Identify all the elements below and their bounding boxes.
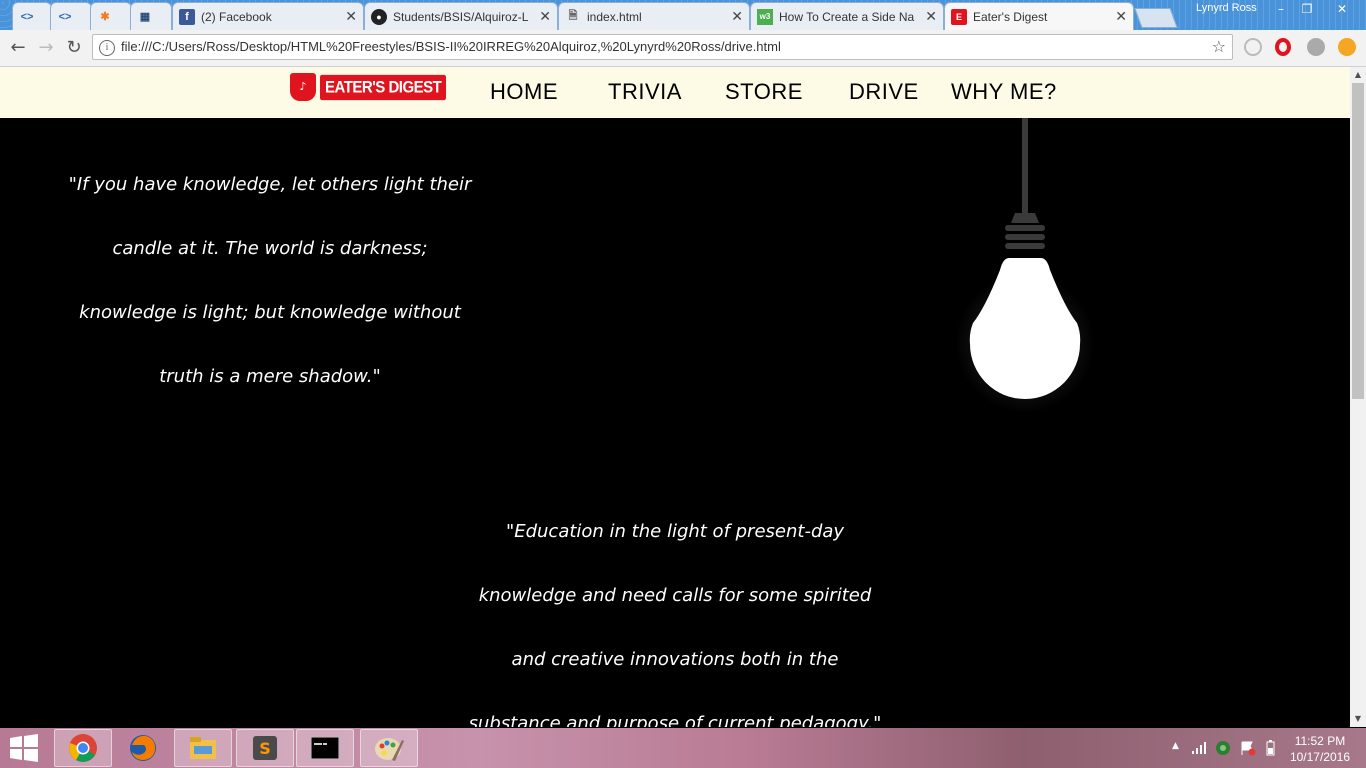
- tab-w3schools[interactable]: w3 How To Create a Side Na ✕: [750, 2, 944, 30]
- nav-store[interactable]: STORE: [725, 79, 803, 105]
- light-bulb-icon: [955, 118, 1095, 413]
- quote-knowledge: "If you have knowledge, let others light…: [60, 153, 480, 409]
- tab-title: (2) Facebook: [201, 9, 272, 24]
- flag-error-icon[interactable]: [1240, 740, 1256, 756]
- windows-taskbar: S ▲ 11:52 PM 10/17/2016: [0, 728, 1366, 768]
- clock-date: 10/17/2016: [1289, 750, 1350, 764]
- tab-code-1[interactable]: <>: [12, 2, 52, 30]
- forward-arrow-icon[interactable]: →: [34, 36, 58, 60]
- network-globe-icon[interactable]: [1214, 739, 1232, 757]
- update-icon[interactable]: [1338, 38, 1356, 56]
- show-hidden-icons-icon[interactable]: ▲: [1172, 741, 1179, 751]
- close-icon[interactable]: ✕: [731, 8, 743, 25]
- tab-title: How To Create a Side Na: [779, 9, 915, 24]
- file-icon: 🗎: [568, 10, 578, 22]
- system-tray: ▲ 11:52 PM 10/17/2016: [1166, 728, 1366, 768]
- extension-icon[interactable]: [1307, 38, 1325, 56]
- quote-line: knowledge and need calls for some spirit…: [478, 585, 872, 606]
- close-icon[interactable]: ✕: [1115, 8, 1127, 25]
- taskbar-command-prompt[interactable]: [296, 729, 354, 767]
- nav-trivia[interactable]: TRIVIA: [608, 79, 682, 105]
- command-prompt-icon: [311, 737, 339, 759]
- taskbar-sublime-text[interactable]: S: [236, 729, 294, 767]
- tab-code-2[interactable]: <>: [50, 2, 92, 30]
- battery-icon[interactable]: [1262, 740, 1278, 756]
- tab-title: Eater's Digest: [973, 9, 1048, 24]
- code-icon: <>: [58, 10, 72, 23]
- avast-icon: ✱: [100, 11, 110, 23]
- hero-section: "If you have knowledge, let others light…: [0, 118, 1350, 727]
- browser-tab-strip: <> <> ✱ ▦ f (2) Facebook ✕ ● Students/BS…: [0, 0, 1366, 30]
- browser-toolbar: ← → ↻ i file:///C:/Users/Ross/Desktop/HT…: [0, 30, 1366, 67]
- paint-icon: [375, 738, 404, 761]
- quote-line: candle at it. The world is darkness;: [112, 238, 428, 259]
- firefox-icon: [130, 735, 156, 761]
- info-icon[interactable]: i: [99, 40, 115, 56]
- grid-icon: ▦: [139, 11, 151, 23]
- back-arrow-icon[interactable]: ←: [6, 36, 30, 60]
- nav-why-me[interactable]: WHY ME?: [951, 79, 1057, 105]
- w3schools-icon: w3: [757, 8, 773, 25]
- network-signal-icon[interactable]: [1192, 742, 1208, 754]
- profile-name[interactable]: Lynyrd Ross: [1196, 2, 1257, 14]
- tab-index-html[interactable]: 🗎 index.html ✕: [558, 2, 750, 30]
- logo-text: EATER'S DIGEST: [320, 74, 447, 100]
- quote-line: knowledge is light; but knowledge withou…: [79, 302, 461, 323]
- taskbar-file-explorer[interactable]: [174, 729, 232, 767]
- bookmark-star-icon[interactable]: ☆: [1212, 37, 1226, 56]
- close-icon[interactable]: ✕: [539, 8, 551, 25]
- eaters-digest-icon: E: [951, 8, 967, 25]
- site-logo[interactable]: ♪ EATER'S DIGEST: [290, 73, 447, 101]
- quote-line: "If you have knowledge, let others light…: [68, 174, 472, 195]
- taskbar-clock[interactable]: 11:52 PM 10/17/2016: [1290, 733, 1350, 765]
- quote-line: truth is a mere shadow.": [159, 366, 381, 387]
- extension-icon[interactable]: [1244, 38, 1262, 56]
- file-explorer-icon: [190, 737, 216, 759]
- url-text[interactable]: file:///C:/Users/Ross/Desktop/HTML%20Fre…: [121, 39, 781, 54]
- opera-icon[interactable]: [1275, 38, 1291, 56]
- close-icon[interactable]: ✕: [345, 8, 357, 25]
- tab-eaters-digest[interactable]: E Eater's Digest ✕: [944, 2, 1134, 30]
- sublime-text-icon: S: [253, 736, 277, 760]
- reload-icon[interactable]: ↻: [62, 36, 86, 60]
- quote-education: "Education in the light of present-day k…: [440, 500, 910, 727]
- chrome-icon: [69, 734, 97, 762]
- fork-knife-icon: ♪: [290, 73, 316, 101]
- scroll-thumb[interactable]: [1352, 83, 1364, 399]
- taskbar-paint[interactable]: [360, 729, 418, 767]
- tab-github[interactable]: ● Students/BSIS/Alquiroz-L ✕: [364, 2, 558, 30]
- taskbar-chrome[interactable]: [54, 729, 112, 767]
- restore-icon[interactable]: ❐: [1294, 0, 1320, 18]
- new-tab-button[interactable]: [1134, 8, 1178, 28]
- tab-title: Students/BSIS/Alquiroz-L: [393, 9, 529, 24]
- quote-line: substance and purpose of current pedagog…: [468, 713, 882, 727]
- close-icon[interactable]: ✕: [925, 8, 937, 25]
- code-icon: <>: [20, 10, 34, 23]
- tab-avast[interactable]: ✱: [90, 2, 132, 30]
- tab-grid[interactable]: ▦: [130, 2, 172, 30]
- address-bar[interactable]: i file:///C:/Users/Ross/Desktop/HTML%20F…: [92, 34, 1233, 60]
- taskbar-firefox[interactable]: [114, 729, 172, 767]
- github-icon: ●: [371, 8, 387, 25]
- tab-facebook[interactable]: f (2) Facebook ✕: [172, 2, 364, 30]
- tab-title: index.html: [587, 9, 642, 24]
- scroll-down-icon[interactable]: ▼: [1350, 711, 1366, 727]
- page-scrollbar[interactable]: ▲ ▼: [1350, 67, 1366, 727]
- facebook-icon: f: [179, 8, 195, 25]
- clock-time: 11:52 PM: [1294, 734, 1346, 748]
- windows-start-icon[interactable]: [8, 734, 40, 762]
- site-header: ♪ EATER'S DIGEST HOME TRIVIA STORE DRIVE…: [0, 67, 1350, 118]
- scroll-up-icon[interactable]: ▲: [1350, 67, 1366, 83]
- close-window-icon[interactable]: ✕: [1322, 0, 1362, 18]
- minimize-icon[interactable]: –: [1268, 0, 1294, 18]
- quote-line: and creative innovations both in the: [511, 649, 839, 670]
- nav-home[interactable]: HOME: [490, 79, 558, 105]
- quote-line: "Education in the light of present-day: [505, 521, 845, 542]
- svg-text:S: S: [259, 739, 271, 758]
- nav-drive[interactable]: DRIVE: [849, 79, 919, 105]
